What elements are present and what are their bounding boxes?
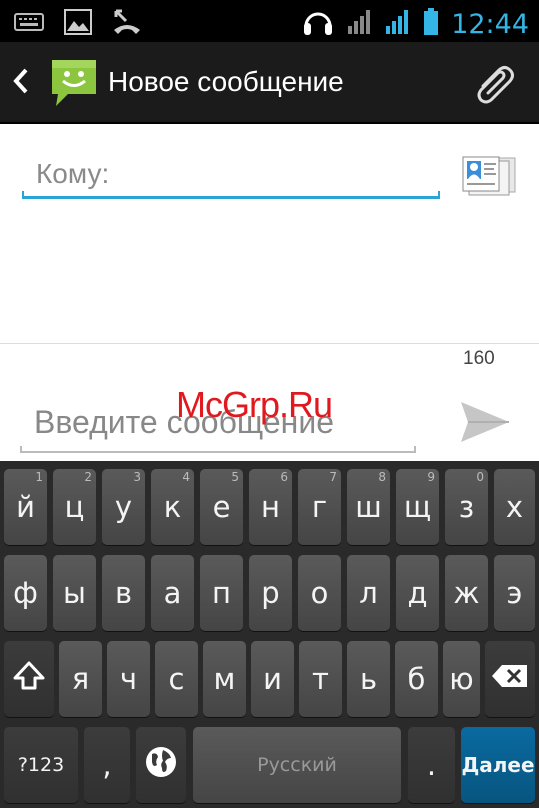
shift-key[interactable] [4, 641, 54, 717]
key-label: щ [403, 490, 432, 524]
backspace-icon [490, 662, 530, 696]
key[interactable]: ч [107, 641, 150, 717]
keyboard-icon [14, 11, 44, 38]
status-bar: 12:44 [0, 0, 539, 42]
recipient-input[interactable]: Кому: [36, 158, 109, 190]
key[interactable]: н6 [249, 469, 292, 545]
compose-divider [0, 343, 539, 344]
key-hint: 8 [378, 470, 386, 484]
key-label: е [212, 490, 231, 524]
key[interactable]: б [395, 641, 438, 717]
character-counter: 160 [463, 348, 495, 369]
backspace-key[interactable] [485, 641, 535, 717]
key[interactable]: т [299, 641, 342, 717]
key[interactable]: р [249, 555, 292, 631]
missed-call-icon [112, 8, 142, 41]
key-label: к [163, 490, 182, 524]
space-key-label: Русский [257, 754, 337, 776]
battery-icon [423, 8, 439, 41]
action-bar: Новое сообщение [0, 42, 539, 124]
space-key[interactable]: Русский [193, 727, 401, 803]
language-key[interactable] [136, 727, 186, 803]
key-label: х [505, 490, 524, 524]
key-label: ш [355, 490, 382, 524]
globe-icon [143, 744, 179, 787]
key[interactable]: д [396, 555, 439, 631]
next-key[interactable]: Далее [461, 727, 535, 803]
period-key[interactable]: . [408, 727, 455, 803]
symbols-key[interactable]: ?123 [4, 727, 78, 803]
key-label: н [261, 490, 280, 524]
key[interactable]: у3 [102, 469, 145, 545]
shift-icon [12, 660, 46, 699]
key-hint: 1 [35, 470, 43, 484]
key-hint: 0 [476, 470, 484, 484]
key-hint: 6 [280, 470, 288, 484]
watermark: McGrp.Ru [176, 384, 333, 425]
key-hint: 5 [231, 470, 239, 484]
key[interactable]: п [200, 555, 243, 631]
key-hint: 9 [427, 470, 435, 484]
message-input-underline [20, 446, 416, 453]
key[interactable]: э [494, 555, 535, 631]
key[interactable]: л [347, 555, 390, 631]
key[interactable]: х [494, 469, 535, 545]
on-screen-keyboard: й1 ц2 у3 к4 е5 н6 г7 ш8 щ9 з0 х ф ы в а … [0, 461, 539, 808]
key[interactable]: с [155, 641, 198, 717]
key-label: й [16, 490, 35, 524]
key[interactable]: е5 [200, 469, 243, 545]
contacts-picker-icon[interactable] [461, 155, 517, 202]
key[interactable]: ь [347, 641, 390, 717]
key-hint: 3 [133, 470, 141, 484]
key[interactable]: м [203, 641, 246, 717]
key[interactable]: ш8 [347, 469, 390, 545]
key[interactable]: щ9 [396, 469, 439, 545]
recipient-input-underline [22, 191, 440, 199]
comma-key[interactable]: , [84, 727, 130, 803]
key[interactable]: ф [4, 555, 47, 631]
key[interactable]: в [102, 555, 145, 631]
clock: 12:44 [451, 9, 529, 40]
signal-icon [347, 9, 373, 40]
key-hint: 2 [84, 470, 92, 484]
key[interactable]: к4 [151, 469, 194, 545]
key[interactable]: й1 [4, 469, 47, 545]
paperclip-icon[interactable] [471, 60, 517, 111]
key[interactable]: а [151, 555, 194, 631]
key[interactable]: и [251, 641, 294, 717]
key[interactable]: з0 [445, 469, 488, 545]
key-label: г [311, 490, 328, 524]
key-label: з [458, 490, 475, 524]
key[interactable]: о [298, 555, 341, 631]
key-label: у [114, 490, 133, 524]
key[interactable]: я [59, 641, 102, 717]
key-hint: 7 [329, 470, 337, 484]
key[interactable]: ю [443, 641, 480, 717]
key[interactable]: ж [445, 555, 488, 631]
signal-icon [385, 9, 411, 40]
messaging-app-icon[interactable] [48, 56, 100, 113]
key-hint: 4 [182, 470, 190, 484]
image-icon [64, 9, 92, 40]
headset-icon [301, 6, 335, 43]
key[interactable]: г7 [298, 469, 341, 545]
screen-title: Новое сообщение [108, 66, 344, 97]
send-icon[interactable] [458, 398, 512, 451]
key[interactable]: ы [53, 555, 96, 631]
back-arrow-icon[interactable] [10, 66, 32, 101]
key-label: ц [64, 490, 85, 524]
key[interactable]: ц2 [53, 469, 96, 545]
